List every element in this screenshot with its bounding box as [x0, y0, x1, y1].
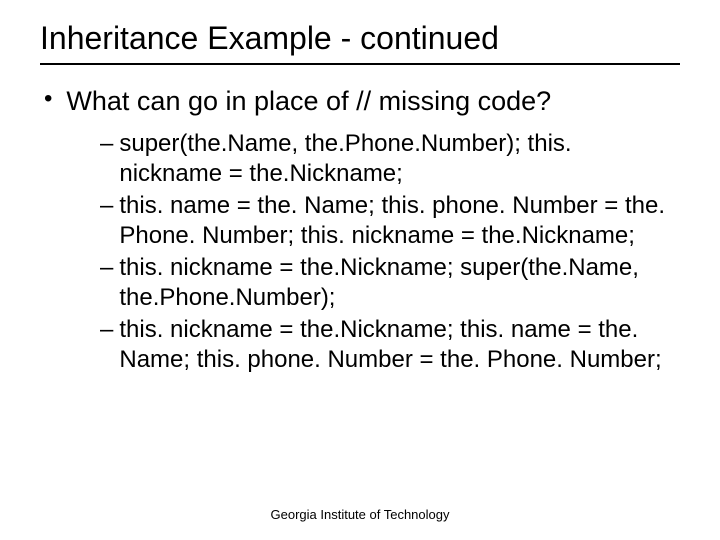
dash-icon: – [100, 129, 113, 159]
main-bullet-text: What can go in place of // missing code? [66, 85, 551, 117]
option-text: this. name = the. Name; this. phone. Num… [119, 191, 680, 251]
list-item: – this. name = the. Name; this. phone. N… [100, 191, 680, 251]
option-list: – super(the.Name, the.Phone.Number); thi… [100, 129, 680, 375]
footer-text: Georgia Institute of Technology [0, 507, 720, 522]
dash-icon: – [100, 191, 113, 221]
slide-title: Inheritance Example - continued [40, 20, 680, 65]
dash-icon: – [100, 315, 113, 345]
list-item: – this. nickname = the.Nickname; this. n… [100, 315, 680, 375]
bullet-dot-icon: • [44, 85, 52, 113]
dash-icon: – [100, 253, 113, 283]
option-text: this. nickname = the.Nickname; this. nam… [119, 315, 680, 375]
option-text: super(the.Name, the.Phone.Number); this.… [119, 129, 680, 189]
option-text: this. nickname = the.Nickname; super(the… [119, 253, 680, 313]
list-item: – super(the.Name, the.Phone.Number); thi… [100, 129, 680, 189]
list-item: – this. nickname = the.Nickname; super(t… [100, 253, 680, 313]
main-bullet: • What can go in place of // missing cod… [40, 85, 680, 117]
